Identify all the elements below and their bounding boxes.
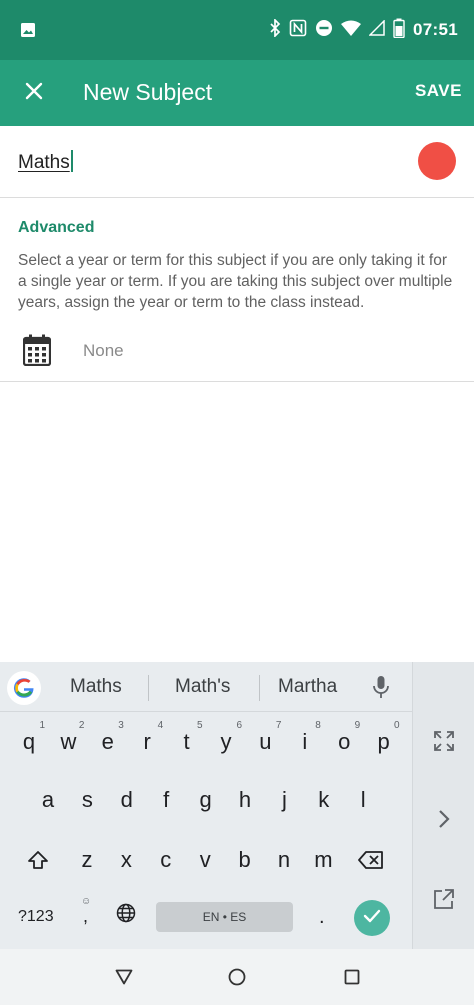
key-hint: 2: [78, 720, 85, 731]
key-a[interactable]: a: [28, 778, 68, 822]
key-s[interactable]: s: [67, 778, 107, 822]
suggestion-1[interactable]: Maths: [70, 676, 122, 698]
nfc-icon: [289, 19, 307, 42]
key-label: o: [338, 729, 351, 754]
subject-name-input[interactable]: Maths: [18, 150, 73, 174]
key-f[interactable]: f: [146, 778, 186, 822]
back-nav-button[interactable]: [112, 965, 136, 989]
recents-nav-button[interactable]: [340, 965, 364, 989]
fullscreen-icon[interactable]: [429, 726, 459, 756]
key-v[interactable]: v: [185, 838, 225, 882]
key-q[interactable]: q1: [9, 720, 49, 764]
key-label: t: [183, 729, 190, 754]
microphone-icon[interactable]: [371, 675, 391, 699]
key-r[interactable]: r4: [127, 720, 167, 764]
key-hint: 4: [157, 720, 164, 731]
floating-keyboard-icon[interactable]: [429, 884, 459, 914]
bluetooth-icon: [269, 17, 281, 42]
key-hint: 0: [394, 720, 400, 731]
soft-keyboard: Maths Math's Martha q1w2e3r4t5y6u7i8o9p0…: [0, 662, 474, 949]
app-bar: New Subject SAVE: [0, 60, 474, 126]
key-hint: 6: [236, 720, 242, 731]
subject-name-value: Maths: [18, 152, 70, 173]
key-h[interactable]: h: [225, 778, 265, 822]
page-title: New Subject: [83, 79, 213, 105]
status-bar: 07:51: [0, 0, 474, 60]
space-key[interactable]: EN • ES: [156, 902, 293, 932]
language-key[interactable]: [106, 894, 146, 938]
google-icon[interactable]: [7, 671, 41, 705]
wifi-icon: [341, 20, 362, 41]
key-u[interactable]: u7: [245, 720, 285, 764]
home-nav-button[interactable]: [225, 965, 249, 989]
backspace-key[interactable]: [351, 838, 391, 882]
key-hint: 5: [197, 720, 203, 731]
key-label: q: [22, 729, 36, 754]
suggestion-strip: Maths Math's Martha: [0, 662, 412, 712]
key-g[interactable]: g: [186, 778, 226, 822]
key-hint: 7: [275, 720, 282, 731]
globe-icon: [116, 903, 136, 929]
keyboard-side-panel: [412, 662, 474, 949]
calendar-icon: [22, 334, 52, 367]
navigation-bar: [0, 949, 474, 1005]
enter-key[interactable]: [354, 900, 390, 936]
key-d[interactable]: d: [107, 778, 147, 822]
signal-icon: [368, 18, 385, 41]
save-button[interactable]: SAVE: [415, 81, 462, 101]
do-not-disturb-icon: [315, 19, 333, 42]
key-y[interactable]: y6: [206, 720, 246, 764]
key-x[interactable]: x: [106, 838, 146, 882]
key-label: p: [377, 729, 390, 754]
key-label: y: [220, 729, 232, 754]
key-hint: 8: [315, 720, 321, 731]
key-label: r: [143, 729, 151, 754]
symbols-key[interactable]: ?123: [18, 908, 54, 926]
year-term-selector[interactable]: None: [0, 322, 474, 382]
key-hint: 3: [118, 720, 124, 731]
key-hint: 9: [354, 720, 361, 731]
key-label: i: [302, 729, 308, 754]
suggestion-2[interactable]: Math's: [175, 676, 230, 698]
key-i[interactable]: i8: [285, 720, 325, 764]
key-m[interactable]: m: [303, 838, 343, 882]
close-icon: [25, 82, 43, 105]
chevron-right-icon[interactable]: [429, 804, 459, 834]
key-p[interactable]: p0: [364, 720, 404, 764]
suggestion-3[interactable]: Martha: [278, 676, 337, 698]
suggestion-divider: [148, 675, 149, 701]
key-j[interactable]: j: [264, 778, 304, 822]
close-button[interactable]: [14, 73, 54, 113]
key-label: e: [101, 729, 114, 754]
text-cursor: [70, 150, 73, 172]
subject-name-row: Maths: [0, 126, 474, 198]
checkmark-icon: [363, 909, 381, 928]
key-w[interactable]: w2: [48, 720, 88, 764]
battery-icon: [393, 18, 405, 43]
key-z[interactable]: z: [67, 838, 107, 882]
advanced-description: Select a year or term for this subject i…: [18, 252, 453, 311]
key-e[interactable]: e3: [88, 720, 128, 764]
key-c[interactable]: c: [146, 838, 186, 882]
suggestion-divider: [259, 675, 260, 701]
key-n[interactable]: n: [264, 838, 304, 882]
advanced-section-title: Advanced: [18, 219, 95, 236]
key-label: w: [60, 729, 77, 754]
subject-color-picker[interactable]: [418, 142, 456, 180]
status-time: 07:51: [413, 20, 458, 39]
key-k[interactable]: k: [304, 778, 344, 822]
key-l[interactable]: l: [343, 778, 383, 822]
key-t[interactable]: t5: [167, 720, 207, 764]
key-label: u: [259, 729, 272, 754]
year-term-value: None: [83, 341, 124, 360]
key-hint: 1: [39, 720, 45, 731]
period-key[interactable]: .: [319, 906, 325, 929]
key-b[interactable]: b: [225, 838, 265, 882]
image-icon: [20, 22, 36, 38]
shift-key[interactable]: [18, 838, 58, 882]
key-o[interactable]: o9: [324, 720, 364, 764]
